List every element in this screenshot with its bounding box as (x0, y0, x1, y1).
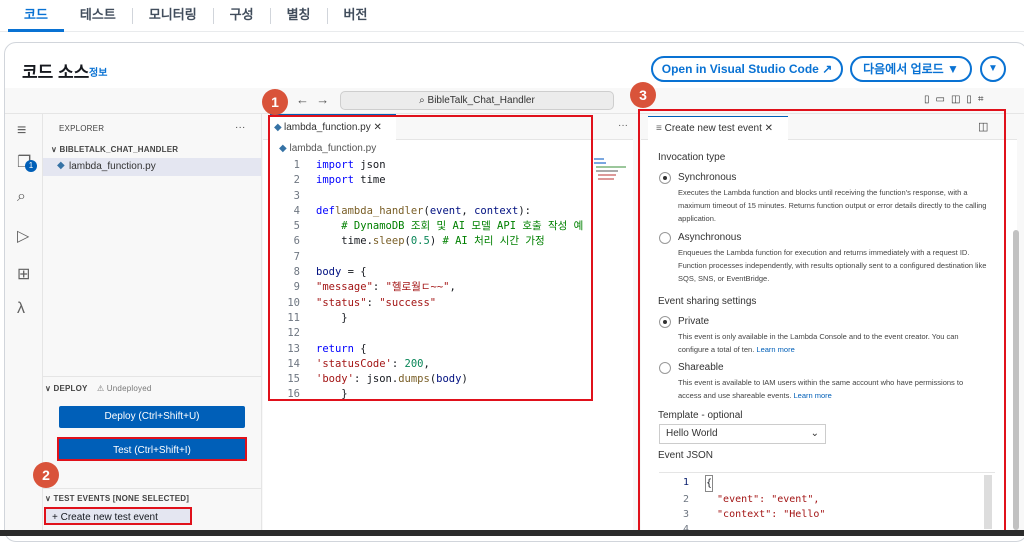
explorer-title: EXPLORER (59, 124, 105, 133)
tab-version[interactable]: 버전 (328, 0, 384, 32)
file-name: lambda_function.py (69, 161, 156, 172)
page-title: 코드 소스 (22, 63, 90, 82)
marker-3: 3 (630, 82, 656, 108)
tab-monitoring[interactable]: 모니터링 (133, 0, 213, 32)
extensions-icon[interactable]: ⊞ (17, 264, 30, 284)
info-link[interactable]: 정보 (89, 64, 107, 79)
tab-test[interactable]: 테스트 (64, 0, 132, 32)
search-icon[interactable]: ⌕ (17, 188, 26, 206)
marker-2: 2 (33, 462, 59, 488)
divider (43, 376, 261, 377)
open-vscode-button[interactable]: Open in Visual Studio Code ↗ (651, 56, 843, 82)
lambda-icon[interactable]: λ (17, 300, 25, 318)
file-row[interactable]: ◆ lambda_function.py (43, 158, 261, 176)
explorer-badge: 1 (25, 160, 37, 172)
nav-arrows[interactable]: ← → (296, 92, 329, 107)
test-button[interactable]: Test (Ctrl+Shift+I) (57, 437, 247, 461)
explorer-more-icon[interactable]: ··· (235, 122, 246, 133)
sidebar: EXPLORER ··· ∨ BIBLETALK_CHAT_HANDLER ◆ … (43, 114, 262, 536)
run-debug-icon[interactable]: ▷ (17, 226, 29, 246)
highlight-editor (268, 115, 593, 401)
create-test-event-item[interactable]: + Create new test event (44, 507, 192, 525)
command-center[interactable]: ⌕ BibleTalk_Chat_Handler (340, 91, 614, 110)
tab-config[interactable]: 구성 (214, 0, 270, 32)
tab-alias[interactable]: 별칭 (271, 0, 327, 32)
highlight-test-panel (638, 109, 1006, 533)
test-events-header[interactable]: ∨ TEST EVENTS [NONE SELECTED] (45, 494, 189, 503)
folder-header[interactable]: ∨ BIBLETALK_CHAT_HANDLER (51, 145, 178, 154)
deploy-status: ⚠ Undeployed (97, 384, 152, 393)
divider (43, 488, 261, 489)
minimap[interactable] (594, 156, 630, 186)
top-tabs: 코드 테스트 모니터링 구성 별칭 버전 (0, 0, 1024, 32)
more-actions-button[interactable]: ▼ (980, 56, 1006, 82)
bottom-bar (0, 530, 1024, 536)
editor-more-icon[interactable]: ··· (618, 120, 628, 131)
panel-scrollbar[interactable] (1013, 230, 1019, 530)
tab-code[interactable]: 코드 (8, 0, 64, 32)
upload-from-button[interactable]: 다음에서 업로드 ▼ (850, 56, 972, 82)
deploy-button[interactable]: Deploy (Ctrl+Shift+U) (59, 406, 245, 428)
layout-icons[interactable]: ▯▭◫▯⌗ (924, 94, 990, 105)
deploy-header[interactable]: ∨ DEPLOY (45, 384, 88, 393)
marker-1: 1 (262, 89, 288, 115)
menu-icon[interactable]: ≡ (17, 122, 26, 140)
python-file-icon: ◆ (57, 160, 65, 171)
